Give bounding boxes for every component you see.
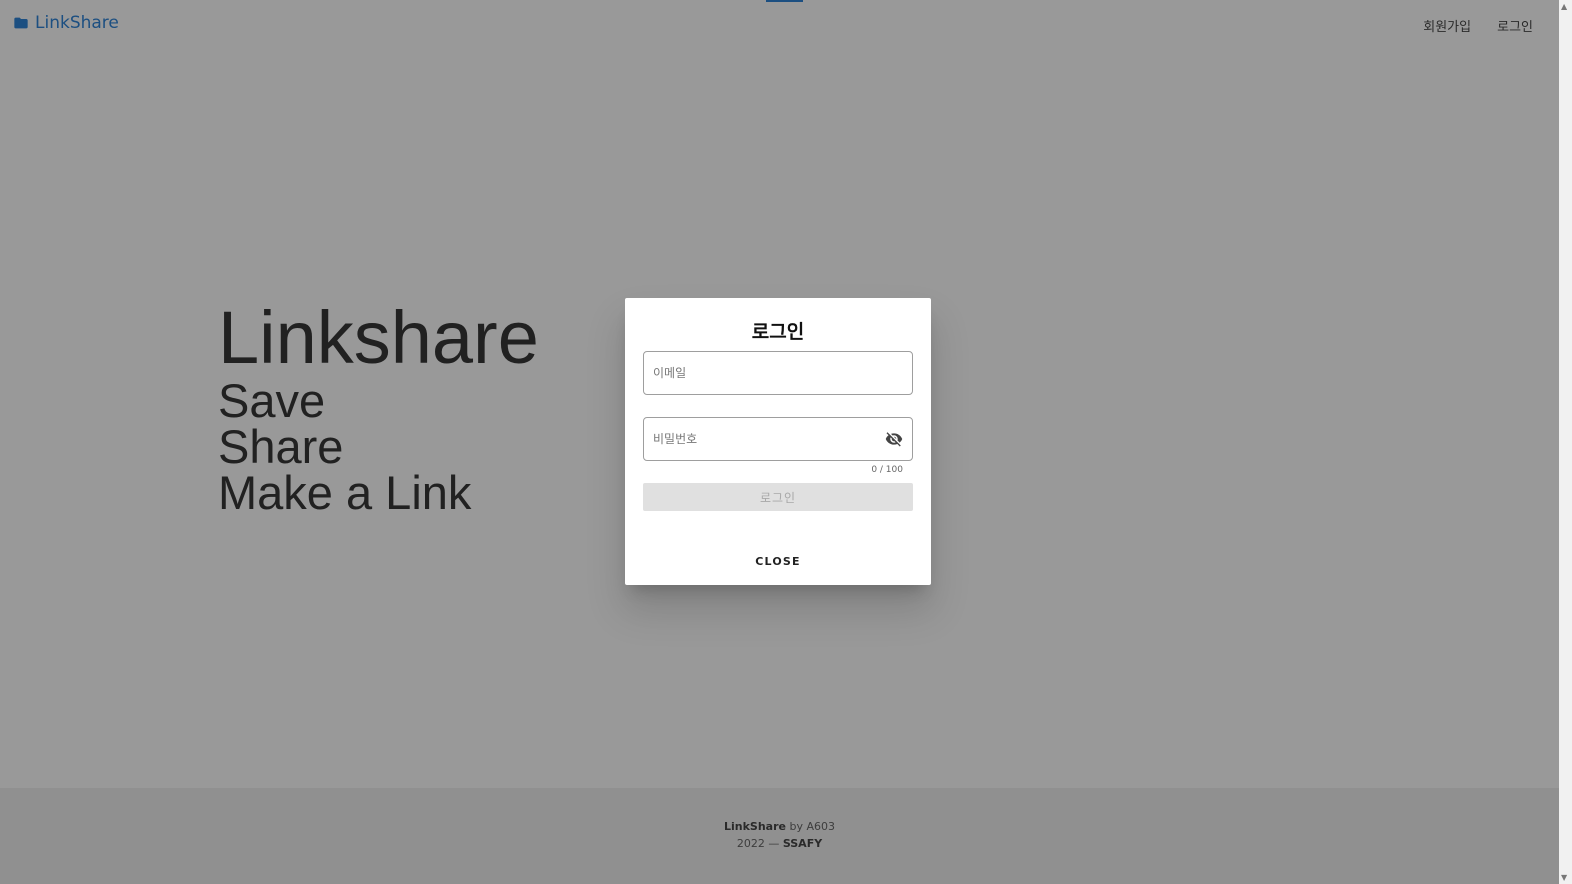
email-input[interactable] bbox=[653, 352, 873, 394]
scrollbar[interactable]: ▲ ▼ bbox=[1559, 0, 1572, 884]
eye-off-icon[interactable] bbox=[885, 430, 903, 448]
password-input[interactable] bbox=[653, 418, 873, 460]
dialog-title: 로그인 bbox=[751, 321, 805, 343]
password-field[interactable] bbox=[643, 417, 913, 461]
login-dialog: 로그인 0 / 100 로그인 CLOSE bbox=[625, 298, 931, 585]
password-char-counter: 0 / 100 bbox=[871, 465, 903, 475]
scroll-up-arrow-icon[interactable]: ▲ bbox=[1561, 2, 1567, 11]
close-button[interactable]: CLOSE bbox=[738, 554, 818, 569]
login-submit-button[interactable]: 로그인 bbox=[643, 483, 913, 511]
scroll-down-arrow-icon[interactable]: ▼ bbox=[1561, 873, 1567, 882]
email-field[interactable] bbox=[643, 351, 913, 395]
